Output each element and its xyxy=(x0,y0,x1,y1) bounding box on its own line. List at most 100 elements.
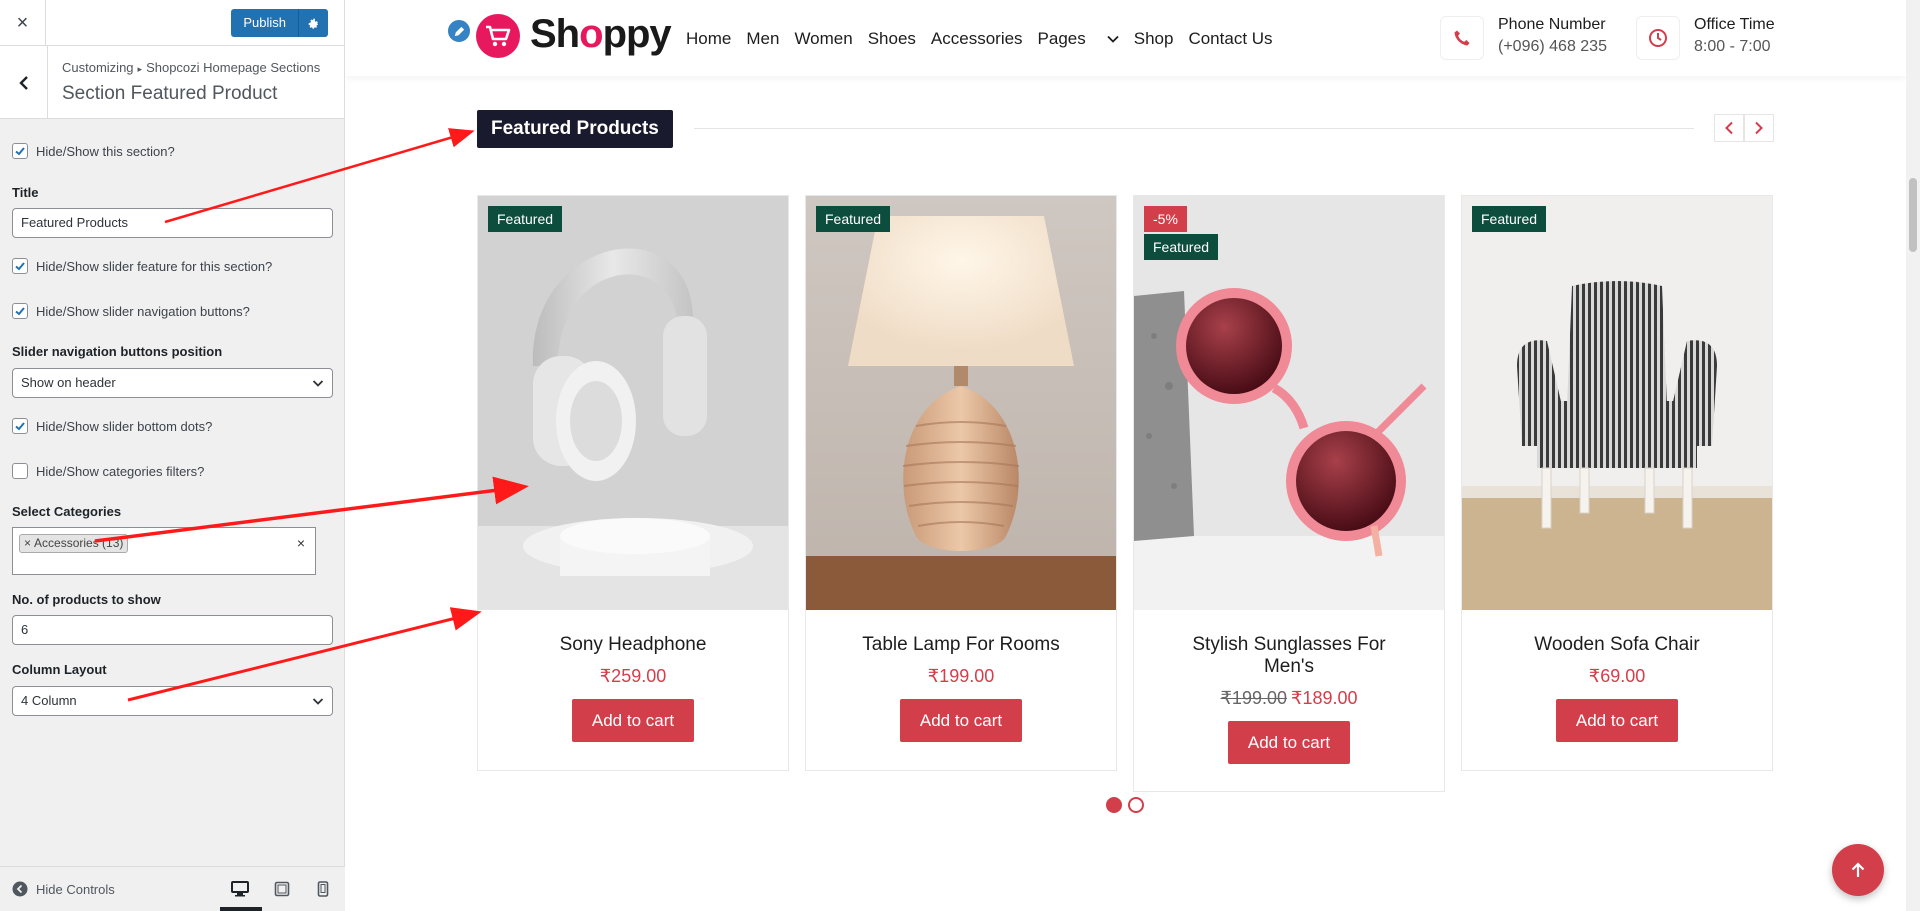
nav-pages[interactable]: Pages xyxy=(1038,29,1119,49)
logo-cart-icon[interactable] xyxy=(476,14,520,58)
collapse-icon xyxy=(12,881,28,897)
nav-women[interactable]: Women xyxy=(794,29,852,49)
product-image[interactable]: Featured xyxy=(806,196,1116,610)
hide-controls-button[interactable]: Hide Controls xyxy=(12,881,115,897)
office-info: Office Time 8:00 - 7:00 xyxy=(1636,16,1775,60)
featured-badge: Featured xyxy=(1472,206,1547,232)
slider-dots-checkbox-row[interactable]: Hide/Show slider bottom dots? xyxy=(12,418,212,434)
breadcrumb-root: Customizing xyxy=(62,60,134,75)
remove-tag-icon[interactable]: × xyxy=(24,536,31,550)
nav-shoes[interactable]: Shoes xyxy=(868,29,916,49)
show-section-checkbox[interactable] xyxy=(12,143,28,159)
cat-filters-checkbox[interactable] xyxy=(12,463,28,479)
site-header: Shoppy Home Men Women Shoes Accessories … xyxy=(346,0,1906,76)
slider-dot[interactable] xyxy=(1128,797,1144,813)
product-name[interactable]: Table Lamp For Rooms xyxy=(806,634,1116,656)
publish-button[interactable]: Publish xyxy=(231,9,298,37)
phone-icon xyxy=(1440,16,1484,60)
products-count-input[interactable]: 6 xyxy=(12,615,333,645)
nav-home[interactable]: Home xyxy=(686,29,731,49)
chevron-down-icon xyxy=(312,380,324,387)
publish-settings-button[interactable] xyxy=(298,9,328,37)
add-to-cart-button[interactable]: Add to cart xyxy=(900,699,1022,742)
show-section-checkbox-row[interactable]: Hide/Show this section? xyxy=(12,143,175,159)
tablet-preview-button[interactable] xyxy=(272,879,292,899)
product-card[interactable]: -5% Featured Stylish Sunglasses For Men'… xyxy=(1133,195,1445,792)
title-input[interactable]: Featured Products xyxy=(12,208,333,238)
back-button[interactable] xyxy=(0,46,48,119)
slider-dots-checkbox[interactable] xyxy=(12,418,28,434)
column-layout-select[interactable]: 4 Column xyxy=(12,686,333,716)
site-preview: Shoppy Home Men Women Shoes Accessories … xyxy=(346,0,1920,911)
desktop-preview-button[interactable] xyxy=(230,879,250,899)
slider-feature-checkbox[interactable] xyxy=(12,258,28,274)
product-price: ₹259.00 xyxy=(478,666,788,687)
product-price: ₹199.00 xyxy=(806,666,1116,687)
scrollbar-thumb[interactable] xyxy=(1909,178,1917,252)
product-name[interactable]: Sony Headphone xyxy=(478,634,788,656)
product-price: ₹199.00 ₹189.00 xyxy=(1134,688,1444,709)
clock-icon xyxy=(1636,16,1680,60)
nav-position-select[interactable]: Show on header xyxy=(12,368,333,398)
select-categories-label: Select Categories xyxy=(12,504,122,519)
back-to-top-button[interactable] xyxy=(1832,844,1884,896)
slider-dots xyxy=(1106,797,1144,813)
edit-logo-shortcut[interactable] xyxy=(446,18,472,44)
nav-men[interactable]: Men xyxy=(746,29,779,49)
breadcrumb-parent: Shopcozi Homepage Sections xyxy=(146,60,321,75)
office-value: 8:00 - 7:00 xyxy=(1694,38,1771,55)
slider-nav-label: Hide/Show slider navigation buttons? xyxy=(36,303,250,319)
add-to-cart-button[interactable]: Add to cart xyxy=(1556,699,1678,742)
logo-text-end: ppy xyxy=(602,12,672,56)
chevron-down-icon xyxy=(1107,35,1119,43)
product-image[interactable]: -5% Featured xyxy=(1134,196,1444,610)
product-card[interactable]: Featured Table Lamp For Rooms ₹199.00 Ad… xyxy=(805,195,1117,771)
add-to-cart-button[interactable]: Add to cart xyxy=(572,699,694,742)
column-layout-value: 4 Column xyxy=(21,693,77,708)
site-logo-text[interactable]: Shoppy xyxy=(530,12,672,57)
product-name[interactable]: Stylish Sunglasses For Men's xyxy=(1134,634,1444,678)
active-device-indicator xyxy=(220,907,262,911)
mobile-preview-button[interactable] xyxy=(313,879,333,899)
heading-divider xyxy=(694,128,1694,129)
price-current: ₹69.00 xyxy=(1588,666,1646,686)
slider-prev-button[interactable] xyxy=(1714,114,1744,142)
nav-contact[interactable]: Contact Us xyxy=(1188,29,1272,49)
preview-scrollbar[interactable] xyxy=(1906,0,1920,911)
clear-categories-icon[interactable]: × xyxy=(297,535,305,551)
add-to-cart-button[interactable]: Add to cart xyxy=(1228,721,1350,764)
featured-badge: Featured xyxy=(1144,234,1219,260)
nav-accessories[interactable]: Accessories xyxy=(931,29,1023,49)
hide-controls-label: Hide Controls xyxy=(36,881,115,897)
slider-dot[interactable] xyxy=(1106,797,1122,813)
slider-nav-checkbox-row[interactable]: Hide/Show slider navigation buttons? xyxy=(12,303,250,319)
section-header: Customizing ▸ Shopcozi Homepage Sections S… xyxy=(0,46,344,119)
slider-feature-checkbox-row[interactable]: Hide/Show slider feature for this sectio… xyxy=(12,258,272,274)
product-card[interactable]: Featured Sony Headphone ₹259.00 Add to c… xyxy=(477,195,789,771)
product-name[interactable]: Wooden Sofa Chair xyxy=(1462,634,1772,656)
featured-section-heading: Featured Products xyxy=(477,110,673,148)
logo-text-o: o xyxy=(579,12,603,56)
slider-next-button[interactable] xyxy=(1744,114,1774,142)
categories-multiselect[interactable]: × Accessories (13) × xyxy=(12,527,316,575)
phone-value: (+096) 468 235 xyxy=(1498,38,1607,55)
cat-filters-checkbox-row[interactable]: Hide/Show categories filters? xyxy=(12,463,204,479)
close-customizer-button[interactable]: × xyxy=(0,0,46,46)
slider-nav-checkbox[interactable] xyxy=(12,303,28,319)
products-count-label: No. of products to show xyxy=(12,592,161,607)
phone-title: Phone Number xyxy=(1498,16,1606,33)
chevron-right-icon xyxy=(1755,121,1763,135)
gear-icon xyxy=(308,18,319,29)
slider-dots-label: Hide/Show slider bottom dots? xyxy=(36,418,213,434)
price-old: ₹199.00 xyxy=(1220,688,1287,708)
nav-shop[interactable]: Shop xyxy=(1134,29,1174,49)
logo-text-start: Sh xyxy=(530,12,580,56)
product-card[interactable]: Featured Wooden Sofa Chair ₹69.00 Add to… xyxy=(1461,195,1773,771)
product-image[interactable]: Featured xyxy=(478,196,788,610)
price-current: ₹189.00 xyxy=(1291,688,1358,708)
breadcrumb-separator: ▸ xyxy=(137,64,143,74)
product-image[interactable]: Featured xyxy=(1462,196,1772,610)
desktop-icon xyxy=(231,881,249,897)
phone-info: Phone Number (+096) 468 235 xyxy=(1440,16,1607,60)
slider-feature-label: Hide/Show slider feature for this sectio… xyxy=(36,258,273,274)
